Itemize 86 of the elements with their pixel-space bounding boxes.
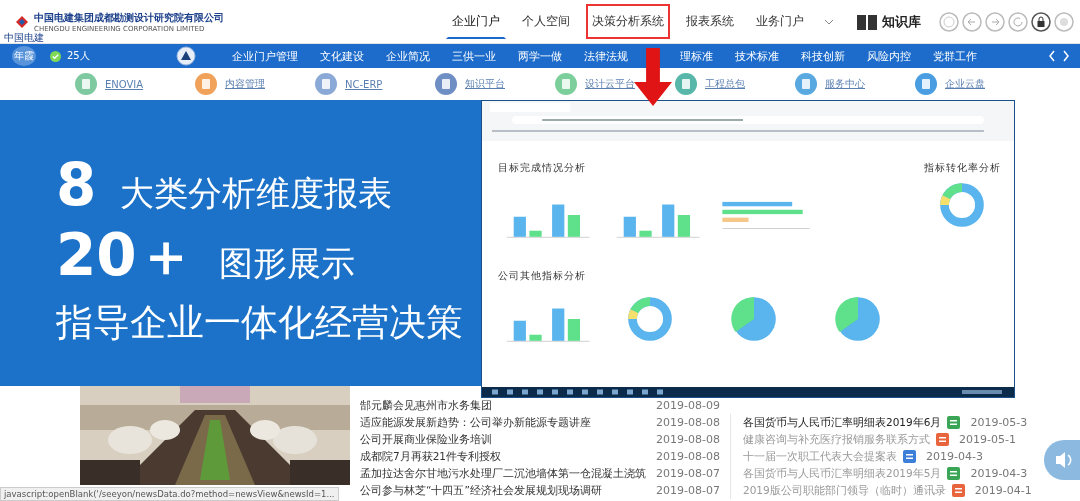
app-icon[interactable] bbox=[795, 73, 817, 95]
file-date: 2019-05-1 bbox=[959, 433, 1016, 446]
circle-icon[interactable] bbox=[939, 11, 959, 32]
document-icon bbox=[936, 433, 949, 446]
app-icon[interactable] bbox=[915, 73, 937, 95]
document-icon bbox=[903, 450, 916, 463]
app-link[interactable]: ENOVIA bbox=[105, 78, 144, 90]
news-date: 2019-08-08 bbox=[656, 450, 720, 463]
banner-number: 8 bbox=[56, 156, 97, 214]
forward-icon[interactable] bbox=[985, 11, 1005, 32]
file-date: 2019-04-3 bbox=[926, 450, 983, 463]
logo-caption: 中国电建 bbox=[4, 31, 44, 45]
nav-menu-item[interactable]: 企业简况 bbox=[385, 48, 430, 64]
company-name: 中国电建集团成都勘测设计研究院有限公司 bbox=[34, 10, 224, 25]
mountain-logo-icon bbox=[175, 46, 196, 66]
file-link[interactable]: 各国货币与人民币汇率明细表2019年6月 bbox=[743, 415, 942, 430]
nav-menu-item[interactable]: 技术标准 bbox=[734, 48, 779, 64]
spreadsheet-icon bbox=[947, 416, 961, 429]
app-icon[interactable] bbox=[435, 73, 457, 95]
news-date: 2019-08-08 bbox=[656, 416, 720, 429]
news-link[interactable]: 孟加拉达舍尔甘地污水处理厂二沉池墙体第一仓混凝土浇筑 bbox=[360, 466, 651, 481]
portal-tab[interactable]: 决策分析系统 bbox=[586, 4, 670, 39]
banner-text: 图形展示 bbox=[218, 242, 355, 285]
app-icon[interactable] bbox=[195, 73, 217, 95]
nav-menu-item[interactable]: 三供一业 bbox=[451, 48, 496, 64]
online-count: 25人 bbox=[67, 49, 90, 63]
nav-menu-item[interactable]: 法律法规 bbox=[583, 48, 628, 64]
portal-tab[interactable]: 个人空间 bbox=[516, 4, 576, 39]
section-title: 公司其他指标分析 bbox=[498, 269, 587, 283]
app-icon[interactable] bbox=[555, 73, 577, 95]
section-title: 指标转化率分析 bbox=[923, 161, 1001, 175]
status-bar-url: javascript:openBlank('/seeyon/newsData.do?method=newsView&newsId=1... bbox=[0, 487, 339, 501]
next-icon[interactable] bbox=[1062, 50, 1070, 62]
check-circle-icon bbox=[50, 50, 61, 62]
file-link[interactable]: 十一届一次职工代表大会提案表 bbox=[743, 449, 897, 464]
chevron-down-icon[interactable] bbox=[824, 18, 834, 25]
file-link[interactable]: 2019版公司职能部门领导（临时）通讯录 bbox=[743, 483, 946, 498]
banner-number: 20＋ bbox=[56, 226, 195, 284]
news-link[interactable]: 公司开展商业保险业务培训 bbox=[360, 432, 651, 447]
news-date: 2019-08-08 bbox=[656, 433, 720, 446]
app-link[interactable]: 工程总包 bbox=[705, 77, 745, 91]
nav-menu-item[interactable]: 风险内控 bbox=[866, 48, 911, 64]
portal-tab[interactable]: 报表系统 bbox=[680, 4, 740, 39]
app-icon[interactable] bbox=[75, 73, 97, 95]
spreadsheet-icon bbox=[947, 467, 961, 480]
app-link[interactable]: NC-ERP bbox=[345, 78, 383, 90]
banner-text: 指导企业一体化经营决策 bbox=[56, 300, 464, 346]
app-link[interactable]: 知识平台 bbox=[465, 77, 505, 91]
app-link[interactable]: 企业云盘 bbox=[945, 77, 985, 91]
user-badge[interactable]: 年霞 bbox=[12, 46, 36, 66]
back-icon[interactable] bbox=[962, 11, 982, 32]
file-date: 2019-05-3 bbox=[970, 416, 1028, 429]
file-link[interactable]: 健康咨询与补充医疗报销服务联系方式 bbox=[743, 432, 930, 447]
document-icon bbox=[951, 484, 965, 497]
app-link[interactable]: 服务中心 bbox=[825, 77, 865, 91]
nav-menu-item[interactable]: 两学一做 bbox=[517, 48, 562, 64]
lock-icon[interactable] bbox=[1031, 11, 1051, 32]
file-date: 2019-04-1 bbox=[974, 484, 1032, 497]
logo-icon bbox=[14, 13, 30, 30]
news-date: 2019-08-09 bbox=[656, 399, 720, 412]
section-title: 目标完成情况分析 bbox=[498, 161, 587, 175]
speaker-button[interactable] bbox=[1044, 440, 1080, 480]
app-link[interactable]: 设计云平台 bbox=[585, 77, 635, 91]
news-link[interactable]: 成都院7月再获21件专利授权 bbox=[360, 449, 651, 464]
down-arrow bbox=[634, 48, 672, 106]
portal-tab[interactable]: 业务门户 bbox=[750, 4, 810, 39]
banner-text: 大类分析维度报表 bbox=[120, 172, 393, 215]
portal-tab[interactable]: 企业门户 bbox=[446, 4, 506, 39]
file-link[interactable]: 各国货币与人民币汇率明细表2019年5月 bbox=[743, 466, 942, 481]
news-link[interactable]: 郜元麟会见惠州市水务集团 bbox=[360, 398, 651, 413]
app-icon[interactable] bbox=[675, 73, 697, 95]
previous-icon[interactable] bbox=[1048, 50, 1056, 62]
book-icon[interactable] bbox=[856, 12, 878, 31]
nav-menu-item[interactable]: 党群工作 bbox=[932, 48, 977, 64]
nav-menu-item[interactable]: 科技创新 bbox=[800, 48, 845, 64]
nav-menu-item[interactable]: 文化建设 bbox=[319, 48, 364, 64]
file-date: 2019-04-3 bbox=[970, 467, 1028, 480]
news-date: 2019-08-07 bbox=[656, 484, 720, 497]
knowledge-base-link[interactable]: 知识库 bbox=[882, 12, 921, 31]
news-link[interactable]: 适应能源发展新趋势：公司举办新能源专题讲座 bbox=[360, 415, 651, 430]
nav-menu-item[interactable]: 企业门户管理 bbox=[231, 48, 298, 64]
nav-menu-item[interactable]: 理标准 bbox=[679, 48, 713, 64]
news-link[interactable]: 公司参与林芝“十四五”经济社会发展规划现场调研 bbox=[360, 483, 651, 498]
news-date: 2019-08-07 bbox=[656, 467, 720, 480]
app-icon[interactable] bbox=[315, 73, 337, 95]
app-link[interactable]: 内容管理 bbox=[225, 77, 265, 91]
